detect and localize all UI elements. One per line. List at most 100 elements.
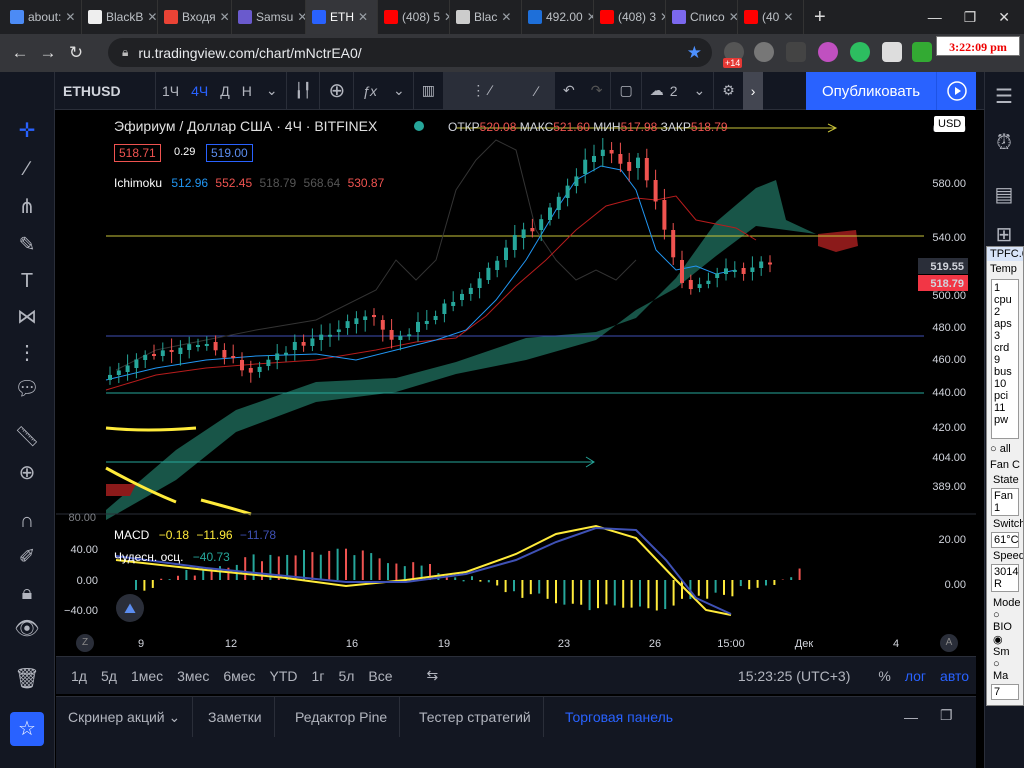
browser-tab[interactable]: (408) 5✕ [378,0,450,34]
data-window-icon[interactable]: ⊞ [991,222,1017,248]
browser-tab[interactable]: BlackB ✕ [82,0,158,34]
browser-tab[interactable]: (40 ✕ [738,0,804,34]
redo-icon[interactable]: ↷ [583,72,611,110]
tab-stock-screener[interactable]: Скринер акций ⌄ [56,697,194,737]
browser-tab[interactable]: Входя ✕ [158,0,232,34]
tab-close-icon[interactable]: ✕ [587,10,593,24]
tab-trading-panel[interactable]: Торговая панель [553,697,685,737]
url-input[interactable]: 🔒︎ ru.tradingview.com/chart/mNctrEA0/ ★ [108,38,712,67]
alarm-clock-icon[interactable]: ⏰︎ [991,130,1017,156]
ichimoku-legend[interactable]: Ichimoku 512.96 552.45 518.79 568.64 530… [114,176,384,190]
globe-extension-icon[interactable] [754,42,774,62]
favorites-star-icon[interactable]: ☆ [10,712,44,746]
browser-tab[interactable]: Samsu✕ [232,0,306,34]
tpfc-window[interactable]: TPFC.6 Temp 1 cpu2 aps3 crd9 bus10 pci11… [986,246,1024,706]
temp-list-item[interactable]: 1 cpu [994,282,1016,306]
interval-button[interactable]: 4Ч [185,72,214,110]
tab-close-icon[interactable]: ✕ [297,10,305,24]
range-button[interactable]: 6мес [216,668,262,684]
range-button[interactable]: Все [361,668,399,684]
forecast-icon[interactable]: ⋮ [14,340,40,366]
text-icon[interactable]: T [14,268,40,294]
mode-radio-smart[interactable]: ◉ Sm [987,633,1023,658]
date-range-icon[interactable]: ⇆ [420,667,446,684]
restore-icon[interactable]: ❐ [964,9,977,26]
macd-legend[interactable]: MACD −0.18 −11.96 −11.78 [114,528,276,542]
chevron-down-icon[interactable]: ⌄ [385,72,413,110]
zoom-in-icon[interactable]: ⊕ [14,460,40,486]
eye-icon[interactable]: 👁︎ [14,616,40,642]
browser-tab[interactable]: about: ✕ [4,0,82,34]
flower-extension-icon[interactable] [818,42,838,62]
range-button[interactable]: 3мес [170,668,216,684]
tab-notes[interactable]: Заметки [196,697,275,737]
settings-gear-icon[interactable]: ⚙ [714,72,743,110]
trendline-tool-icon[interactable]: ⋮ ∕ [443,71,519,110]
reload-icon[interactable]: ↻ [62,43,90,63]
all-radio[interactable]: ○ all [987,441,1023,457]
tab-strategy-tester[interactable]: Тестер стратегий [407,697,544,737]
chevron-right-icon[interactable]: › [742,71,764,110]
auto-scale-button[interactable]: A [940,634,958,652]
lock-draw-icon[interactable]: ✐ [14,544,40,570]
news-icon[interactable]: ▤ [991,182,1017,208]
buy-price-button[interactable]: 519.00 [206,144,253,162]
chevron-down-icon[interactable]: ⌄ [685,72,713,110]
browser-tab[interactable]: 492.00 ✕ [522,0,594,34]
magnet-icon[interactable]: ∩ [14,508,40,534]
sell-price-button[interactable]: 518.71 [114,144,161,162]
pitchfork-icon[interactable]: ⋔ [14,194,40,220]
chart-canvas[interactable]: 580.00540.00500.00480.00460.00440.00420.… [56,110,976,656]
percent-toggle[interactable]: % [871,668,897,684]
fullscreen-icon[interactable]: ▢ [611,72,640,110]
trendline-icon[interactable]: ∕ [14,156,40,182]
browser-tab[interactable]: Списо ✕ [666,0,738,34]
currency-label[interactable]: USD [934,116,966,132]
templates-icon[interactable]: ▥ [414,72,443,110]
back-icon[interactable]: ← [6,43,34,63]
range-button[interactable]: 1г [305,668,332,684]
close-icon[interactable]: ✕ [998,9,1010,26]
chart-area[interactable]: 580.00 540.00 500.00 480.00 460.00 440.00 420.… [56,110,976,656]
ao-legend[interactable]: Чудесн. осц. −40.73 [114,550,230,564]
browser-tab[interactable]: (408) 3✕ [594,0,666,34]
minimize-panel-icon[interactable]: — [904,709,918,725]
tab-close-icon[interactable]: ✕ [65,10,75,24]
indicators-icon[interactable]: ƒx [354,72,385,110]
browser-tab[interactable]: Blac ✕ [450,0,522,34]
log-toggle[interactable]: лог [898,668,933,684]
tab-close-icon[interactable]: ✕ [147,10,157,24]
manual-value-input[interactable]: 7 [991,684,1019,700]
tab-close-icon[interactable]: ✕ [220,10,230,24]
range-button[interactable]: 5д [94,668,124,684]
browser-tab[interactable]: ETH ✕ [306,0,378,34]
bookmark-star-icon[interactable]: ★ [687,43,702,63]
evernote-extension-icon[interactable] [850,42,870,62]
lock-icon[interactable]: 🔒︎ [14,580,40,606]
interval-button[interactable]: 1Ч [156,72,185,110]
layouts-icon[interactable]: ☁ 2 [642,72,686,110]
tab-pine-editor[interactable]: Редактор Pine [283,697,401,737]
pattern-icon[interactable]: ⋈ [14,304,40,330]
temp-list-item[interactable]: 3 crd [994,330,1016,354]
tab-close-icon[interactable]: ✕ [783,10,793,24]
comment-icon[interactable]: 💬︎ [14,376,40,402]
chart-title[interactable]: Эфириум / Доллар США · 4Ч · BITFINEX [114,118,377,134]
candles-icon[interactable]: ╽╿ [287,72,320,110]
range-button[interactable]: 5л [331,668,361,684]
zoom-out-button[interactable]: Z [76,634,94,652]
range-button[interactable]: 1д [64,668,94,684]
chevron-down-icon[interactable]: ⌄ [258,72,286,110]
publish-button[interactable]: Опубликовать [806,72,936,110]
fan-select[interactable]: Fan 1 [991,488,1019,516]
id-extension-icon[interactable] [912,42,932,62]
symbol-search[interactable]: ETHUSD [55,72,155,110]
temp-list-item[interactable]: 9 bus [994,354,1016,378]
crosshair-icon[interactable]: ✛ [14,118,40,144]
add-indicator-icon[interactable]: ⊕ [320,72,353,110]
line-tool-icon[interactable]: ∕ [518,71,554,110]
utc-time[interactable]: 15:23:25 (UTC+3) [731,668,857,684]
interval-button[interactable]: Н [236,72,258,110]
temp-list-item[interactable]: 10 pci [994,378,1016,402]
tab-close-icon[interactable]: ✕ [729,10,737,24]
